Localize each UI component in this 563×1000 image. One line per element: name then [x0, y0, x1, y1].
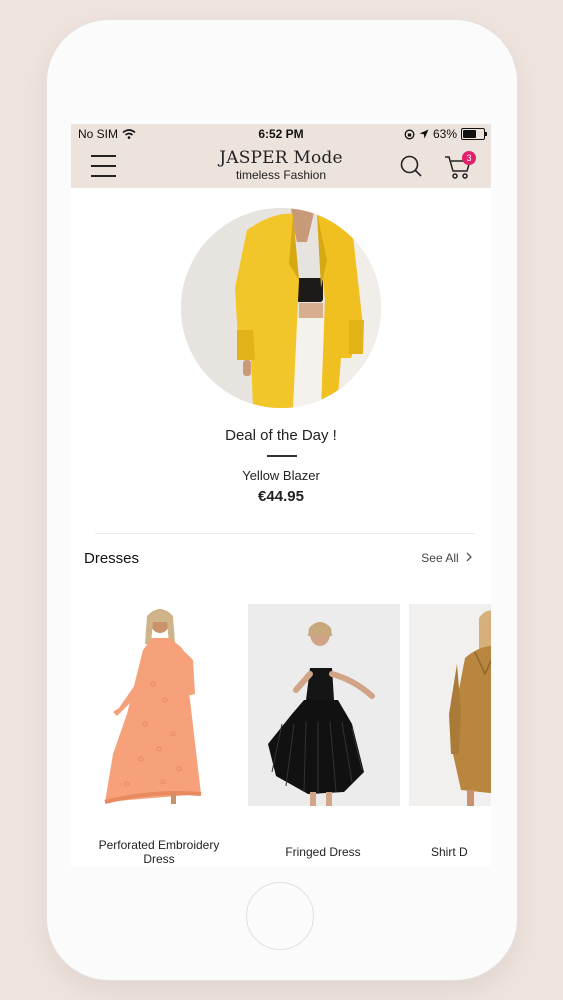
- status-bar: No SIM 6:52 PM 63%: [71, 124, 491, 144]
- product-image-3[interactable]: [409, 604, 491, 806]
- see-all-label: See All: [421, 551, 459, 565]
- product-name-3[interactable]: Shirt D: [431, 845, 491, 859]
- product-name-2[interactable]: Fringed Dress: [248, 845, 398, 859]
- deal-product-name[interactable]: Yellow Blazer: [71, 468, 491, 483]
- app-header: JASPER Mode timeless Fashion 3: [71, 144, 491, 188]
- deal-product-price: €44.95: [258, 488, 304, 505]
- orange-dress-photo: [83, 604, 235, 806]
- brand-name: JASPER Mode: [219, 148, 343, 168]
- fringed-dress-photo: [248, 604, 400, 806]
- chevron-right-icon: [466, 552, 472, 562]
- see-all-link[interactable]: See All: [421, 551, 473, 565]
- brand-logo[interactable]: JASPER Mode timeless Fashion: [71, 148, 491, 182]
- deal-divider: [267, 455, 297, 457]
- brand-tagline: timeless Fashion: [235, 168, 327, 182]
- battery-icon: [461, 128, 487, 140]
- app-screen: No SIM 6:52 PM 63% JASPER Mode timeless …: [71, 124, 491, 866]
- deal-product-image[interactable]: [181, 208, 381, 408]
- dresses-section-title: Dresses: [84, 550, 140, 567]
- search-icon[interactable]: [399, 154, 423, 178]
- orientation-lock-icon: [404, 129, 415, 139]
- shirt-dress-photo: [409, 604, 491, 806]
- yellow-blazer-photo: [181, 208, 381, 408]
- section-divider: [95, 533, 475, 534]
- location-arrow-icon: [419, 129, 429, 139]
- battery-percent: 63%: [432, 127, 457, 141]
- product-image-1[interactable]: [83, 604, 235, 806]
- product-image-2[interactable]: [248, 604, 400, 806]
- home-button[interactable]: [246, 882, 314, 950]
- product-name-1[interactable]: Perforated Embroidery Dress: [84, 838, 234, 866]
- cart-count-badge: 3: [462, 151, 476, 165]
- deal-title: Deal of the Day !: [225, 427, 337, 444]
- status-right: 63%: [404, 127, 487, 141]
